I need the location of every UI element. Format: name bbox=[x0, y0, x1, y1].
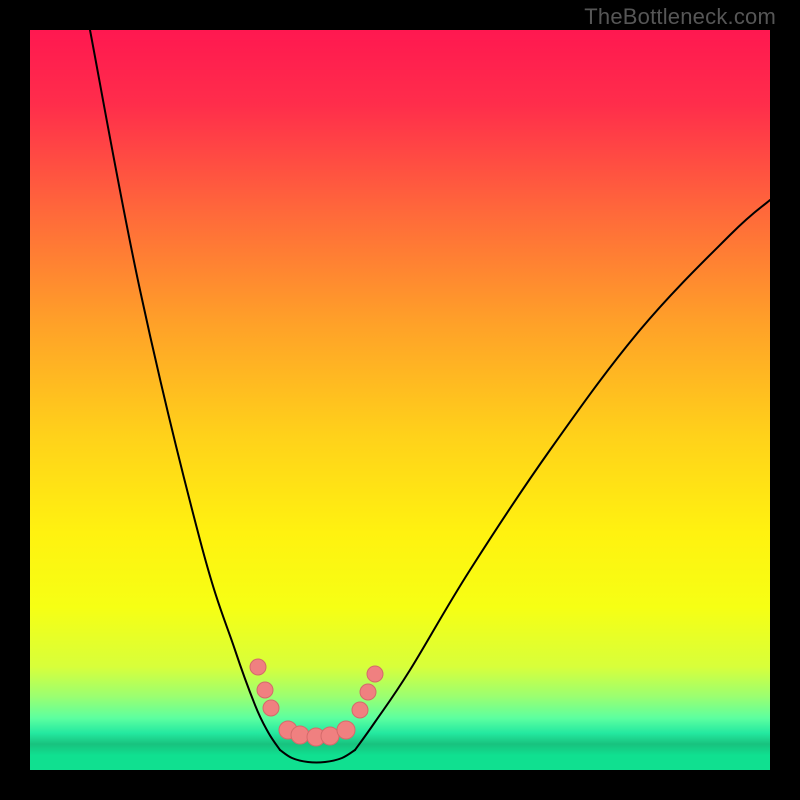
data-marker bbox=[321, 727, 339, 745]
plot-area bbox=[30, 30, 770, 770]
data-marker bbox=[257, 682, 273, 698]
data-marker bbox=[360, 684, 376, 700]
chart-container: TheBottleneck.com bbox=[0, 0, 800, 800]
curve-right-arm bbox=[355, 200, 770, 750]
chart-svg bbox=[30, 30, 770, 770]
curve-valley-floor bbox=[280, 750, 355, 763]
data-marker bbox=[367, 666, 383, 682]
watermark-text: TheBottleneck.com bbox=[584, 4, 776, 30]
data-marker bbox=[250, 659, 266, 675]
data-marker bbox=[337, 721, 355, 739]
data-marker bbox=[291, 726, 309, 744]
data-marker bbox=[352, 702, 368, 718]
curve-left-arm bbox=[90, 30, 280, 750]
data-marker bbox=[263, 700, 279, 716]
